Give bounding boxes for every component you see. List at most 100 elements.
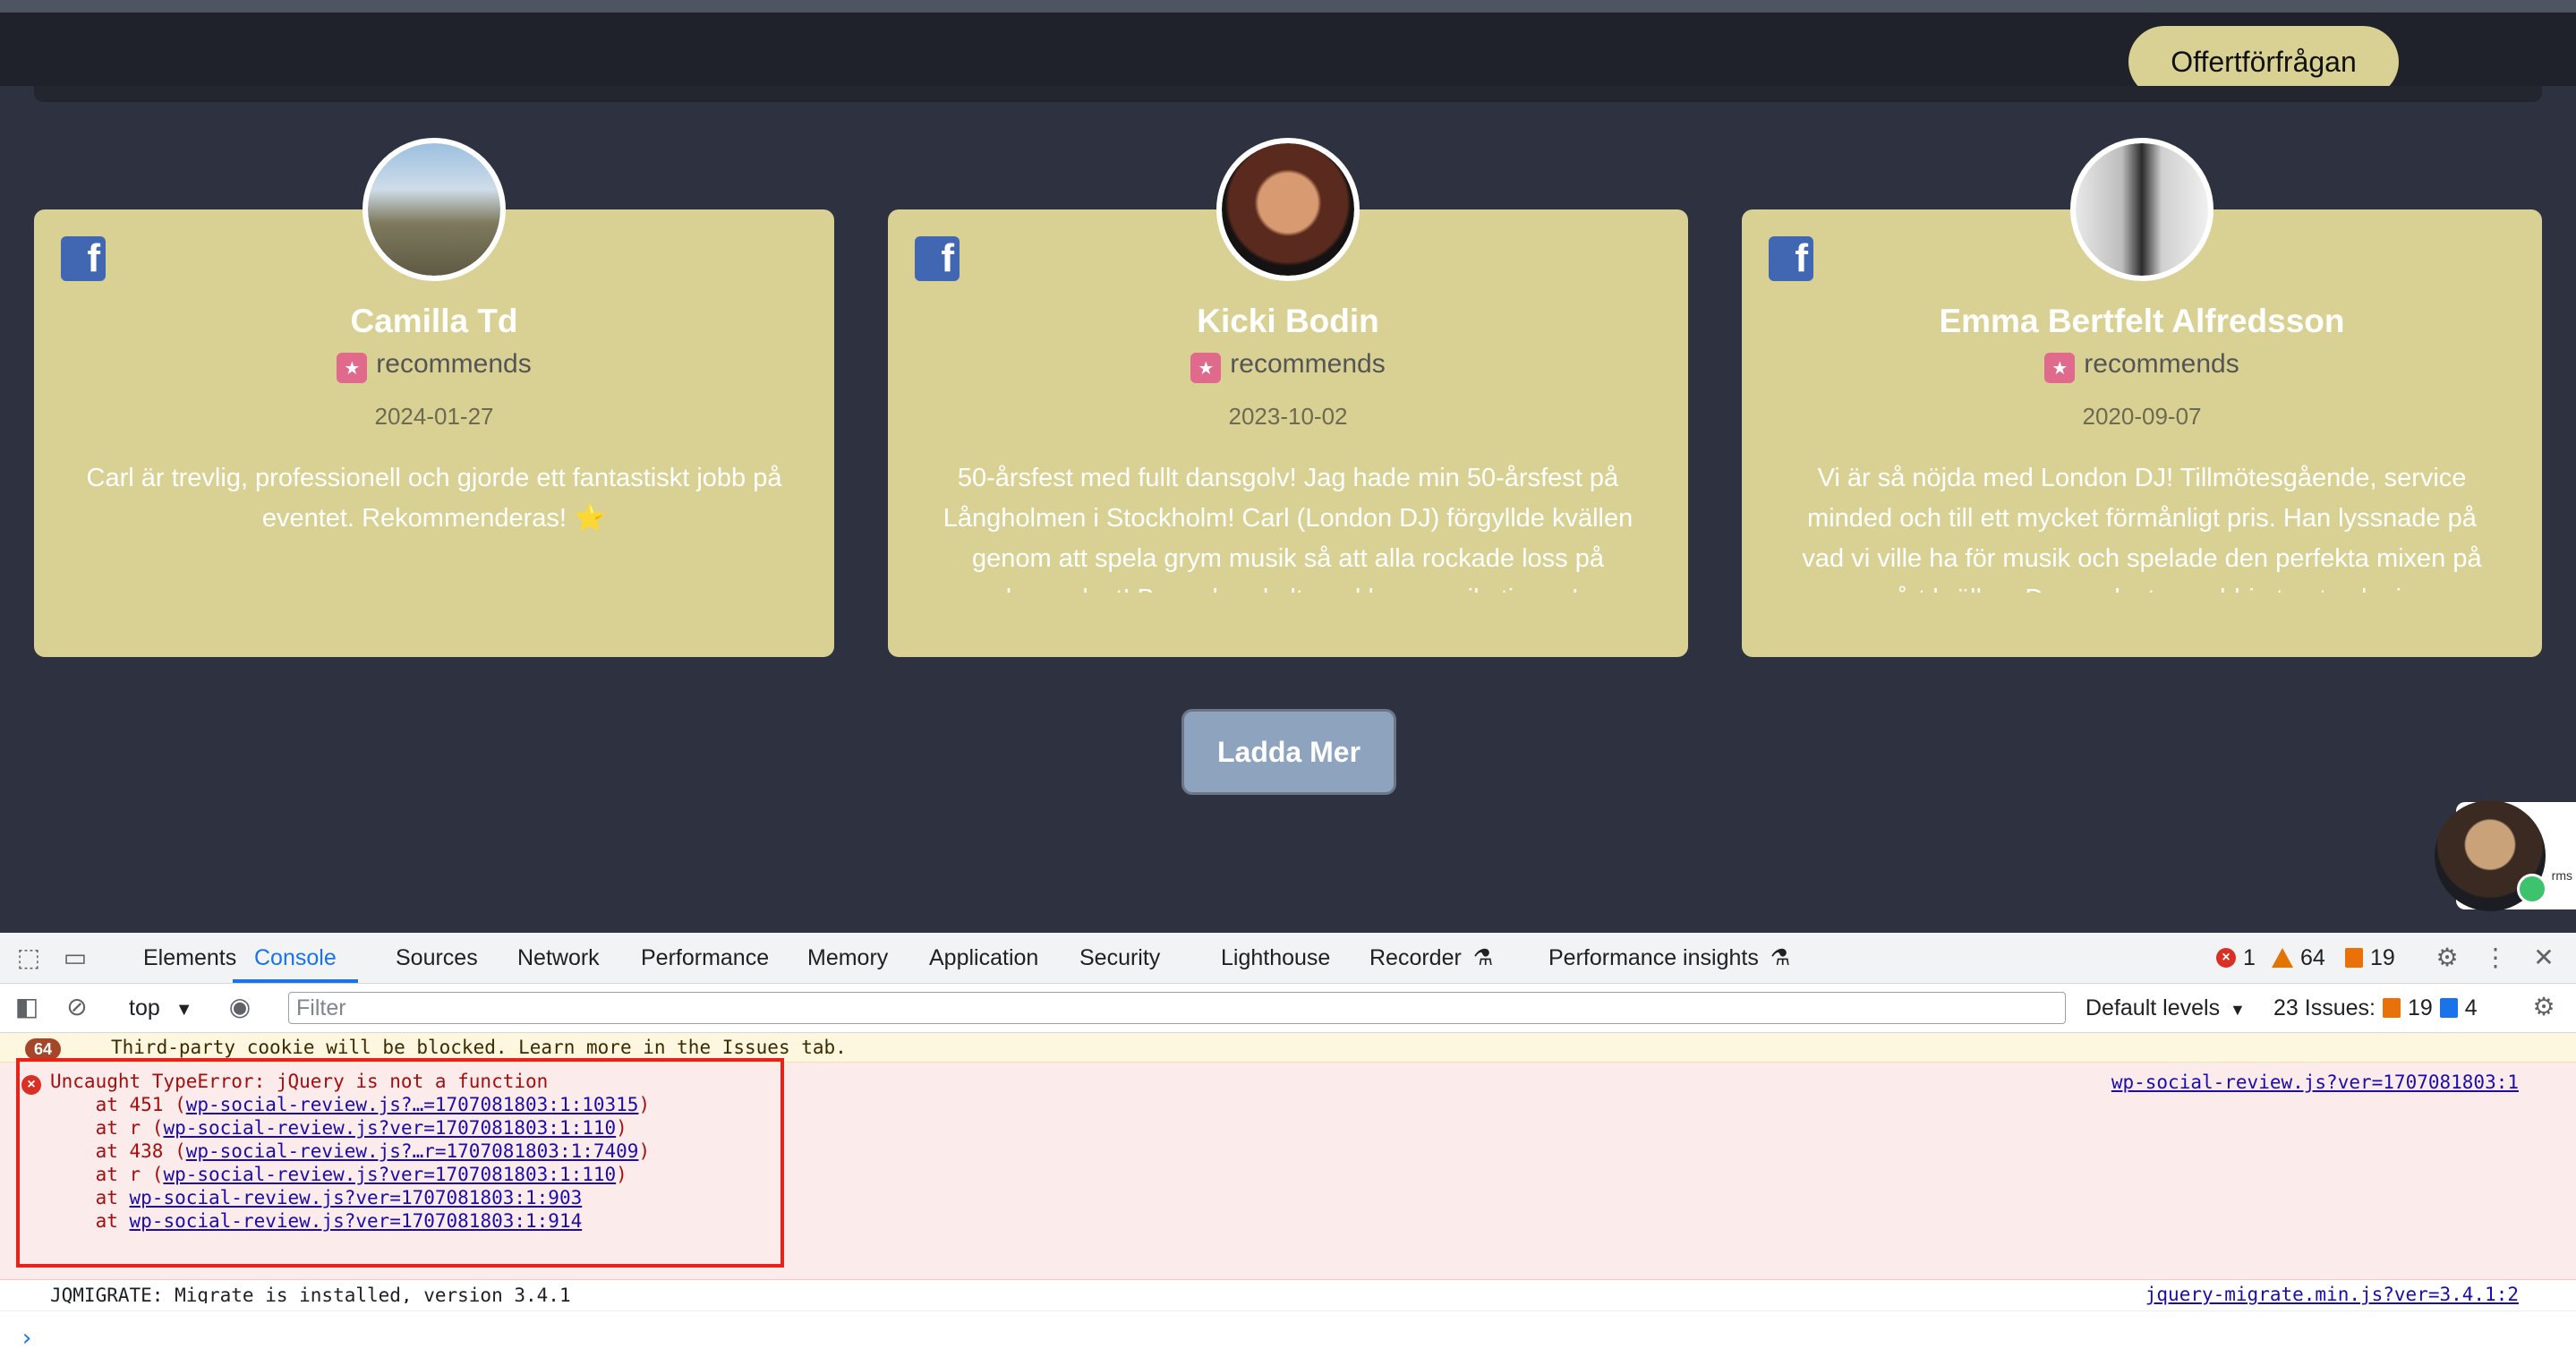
reviewer-avatar: [363, 138, 506, 281]
warning-icon: [2272, 948, 2293, 968]
tab-memory[interactable]: Memory: [807, 933, 888, 983]
flask-icon: ⚗: [1770, 945, 1791, 970]
reviewer-name: Camilla Td: [350, 303, 518, 339]
stack-frame: at wp-social-review.js?ver=1707081803:1:…: [50, 1187, 583, 1208]
log-message: JQMIGRATE: Migrate is installed, version…: [50, 1285, 571, 1303]
stack-frame-link[interactable]: wp-social-review.js?ver=1707081803:1:903: [130, 1187, 583, 1208]
info-icon: [2439, 998, 2458, 1018]
filter-input[interactable]: [288, 992, 2066, 1024]
log-levels-dropdown[interactable]: Default levels ▼: [2086, 984, 2246, 1032]
issue-counter[interactable]: 19: [2345, 933, 2395, 983]
review-date: 2020-09-07: [2082, 403, 2202, 430]
warning-count: 64: [2300, 945, 2325, 970]
recommends-label: recommends: [376, 349, 532, 379]
review-text: Vi är så nöjda med London DJ! Tillmötesg…: [1802, 464, 2482, 593]
settings-gear-icon[interactable]: ⚙: [2433, 943, 2461, 972]
review-card: f Kicki Bodin ★ recommends 2023-10-02 50…: [888, 138, 1688, 657]
more-options-icon[interactable]: ⋮: [2481, 943, 2510, 972]
recommends-label: recommends: [2084, 349, 2239, 379]
tab-security[interactable]: Security: [1079, 933, 1160, 983]
stack-frame-link[interactable]: wp-social-review.js?…=1707081803:1:10315: [186, 1094, 639, 1115]
flask-icon: ⚗: [1472, 945, 1494, 970]
clear-console-icon[interactable]: ⊘: [63, 993, 91, 1021]
warning-message: Third-party cookie will be blocked. Lear…: [111, 1037, 847, 1058]
tab-elements[interactable]: Elements: [143, 933, 236, 983]
stack-frame-link[interactable]: wp-social-review.js?ver=1707081803:1:110: [163, 1117, 616, 1139]
issues-summary[interactable]: 23 Issues: 19 4: [2273, 984, 2478, 1032]
console-warning-row[interactable]: 64 Third-party cookie will be blocked. L…: [0, 1033, 2576, 1063]
tab-lighthouse[interactable]: Lighthouse: [1221, 933, 1330, 983]
context-label: top: [129, 995, 160, 1020]
log-source-link[interactable]: jquery-migrate.min.js?ver=3.4.1:2: [2145, 1284, 2519, 1305]
tab-performance-insights-label: Performance insights: [1548, 945, 1759, 970]
tab-performance[interactable]: Performance: [641, 933, 769, 983]
tab-sources[interactable]: Sources: [396, 933, 478, 983]
review-card: f Emma Bertfelt Alfredsson ★ recommends …: [1742, 138, 2542, 657]
stack-frame-link[interactable]: wp-social-review.js?ver=1707081803:1:110: [163, 1164, 616, 1185]
devtools-tab-bar: ⬚ ▭ Elements Console Sources Network Per…: [0, 933, 2576, 984]
console-settings-icon[interactable]: ⚙: [2529, 993, 2558, 1021]
tab-application[interactable]: Application: [929, 933, 1038, 983]
chevron-down-icon: ▼: [2230, 1001, 2246, 1019]
browser-top-strip: [0, 0, 2576, 13]
device-toolbar-icon[interactable]: ▭: [61, 943, 90, 972]
stack-frame: at r (wp-social-review.js?ver=1707081803…: [50, 1164, 627, 1185]
navbar-bottom-edge: [34, 86, 2542, 102]
reviewer-avatar: [1216, 138, 1360, 281]
log-levels-label: Default levels: [2086, 995, 2221, 1020]
devtools-panel: ⬚ ▭ Elements Console Sources Network Per…: [0, 933, 2576, 1366]
website-viewport: Offertförfrågan f Camilla Td ★ recommend…: [0, 0, 2576, 933]
recommends-row: ★ recommends: [34, 349, 834, 383]
error-count: 1: [2243, 945, 2256, 970]
review-text: 50-årsfest med fullt dansgolv! Jag hade …: [943, 464, 1633, 593]
recommend-icon: ★: [337, 353, 368, 383]
console-prompt[interactable]: ›: [20, 1325, 34, 1352]
facebook-icon: f: [1769, 236, 1813, 281]
recommends-label: recommends: [1230, 349, 1386, 379]
load-more-button[interactable]: Ladda Mer: [1181, 709, 1396, 795]
review-text: Carl är trevlig, professionell och gjord…: [86, 464, 782, 533]
issues-label: 23 Issues:: [2273, 995, 2376, 1020]
review-card: f Camilla Td ★ recommends 2024-01-27 Car…: [34, 138, 834, 657]
stack-frame-link[interactable]: wp-social-review.js?…r=1707081803:1:7409: [186, 1140, 639, 1162]
context-selector[interactable]: top ▼: [129, 984, 193, 1032]
reviewer-name: Emma Bertfelt Alfredsson: [1939, 303, 2345, 339]
recommend-icon: ★: [2044, 353, 2076, 383]
facebook-icon: f: [915, 236, 960, 281]
issue-icon: [2345, 948, 2363, 968]
warning-counter[interactable]: 64: [2272, 933, 2325, 983]
review-date: 2023-10-02: [1228, 403, 1348, 430]
issue-count: 19: [2370, 945, 2395, 970]
online-status-dot: [2517, 874, 2547, 904]
issue-icon: [2382, 998, 2401, 1018]
recommends-row: ★ recommends: [888, 349, 1688, 383]
facebook-icon: f: [61, 236, 106, 281]
stack-frame-link[interactable]: wp-social-review.js?ver=1707081803:1:914: [130, 1210, 583, 1232]
tab-recorder[interactable]: Recorder ⚗: [1369, 933, 1493, 983]
eye-icon[interactable]: ◉: [226, 993, 254, 1021]
tab-performance-insights[interactable]: Performance insights ⚗: [1548, 933, 1790, 983]
tab-recorder-label: Recorder: [1369, 945, 1462, 970]
console-output: 64 Third-party cookie will be blocked. L…: [0, 1033, 2576, 1366]
reviewer-avatar: [2070, 138, 2213, 281]
error-icon: ×: [21, 1075, 41, 1095]
chevron-down-icon: ▼: [175, 1000, 193, 1020]
error-icon: ×: [2216, 948, 2236, 968]
tab-console[interactable]: Console: [233, 933, 358, 983]
stack-frame: at 438 (wp-social-review.js?…r=170708180…: [50, 1140, 651, 1162]
console-toolbar: ◧ ⊘ top ▼ ◉ Default levels ▼ 23 Issues: …: [0, 984, 2576, 1033]
reviewer-name: Kicki Bodin: [1197, 303, 1379, 339]
console-error-row[interactable]: × Uncaught TypeError: jQuery is not a fu…: [0, 1063, 2576, 1280]
close-icon[interactable]: ✕: [2529, 943, 2558, 972]
recommend-icon: ★: [1190, 353, 1222, 383]
error-counter[interactable]: × 1: [2216, 933, 2256, 983]
inspect-element-icon[interactable]: ⬚: [14, 943, 43, 972]
issues-warn-count: 19: [2407, 995, 2433, 1020]
stack-frame: at wp-social-review.js?ver=1707081803:1:…: [50, 1210, 583, 1232]
sidebar-toggle-icon[interactable]: ◧: [13, 993, 41, 1021]
stack-frame: at 451 (wp-social-review.js?…=1707081803…: [50, 1094, 651, 1115]
tab-network[interactable]: Network: [517, 933, 600, 983]
review-date: 2024-01-27: [374, 403, 494, 430]
console-log-row[interactable]: JQMIGRATE: Migrate is installed, version…: [0, 1280, 2576, 1311]
error-source-link[interactable]: wp-social-review.js?ver=1707081803:1: [2111, 1071, 2519, 1093]
